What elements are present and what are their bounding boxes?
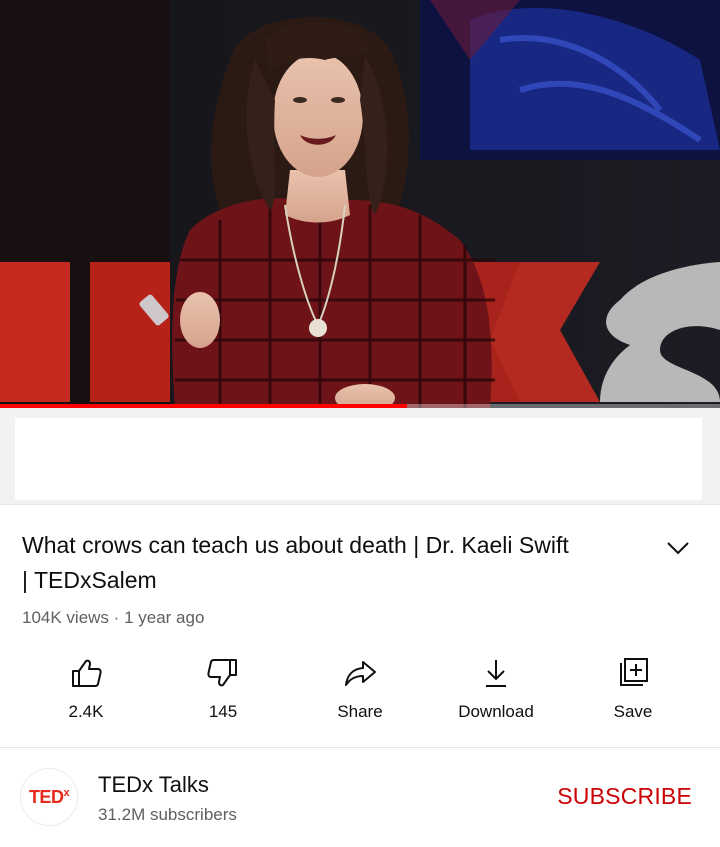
share-label: Share xyxy=(337,702,383,721)
video-title-line2: | TEDxSalem xyxy=(22,567,157,593)
avatar-logo-sup: x xyxy=(63,786,70,799)
save-label: Save xyxy=(613,702,653,721)
video-player[interactable] xyxy=(0,0,720,408)
ad-slot xyxy=(15,418,702,500)
channel-name[interactable]: TEDx Talks xyxy=(98,772,209,798)
save-button[interactable]: Save xyxy=(573,652,693,732)
subscriber-count: 31.2M subscribers xyxy=(98,805,237,824)
share-icon xyxy=(345,661,376,686)
dislike-button[interactable]: 145 xyxy=(163,652,283,732)
avatar[interactable]: TEDx xyxy=(20,768,78,826)
download-label: Download xyxy=(458,702,534,721)
subscribe-button[interactable]: SUBSCRIBE xyxy=(557,783,692,810)
chevron-down-icon[interactable] xyxy=(664,534,692,562)
view-count: 104K views xyxy=(22,608,109,627)
video-title[interactable]: What crows can teach us about death | Dr… xyxy=(22,528,642,598)
download-icon xyxy=(486,660,506,687)
thumbs-down-icon xyxy=(207,659,237,687)
meta-separator: · xyxy=(113,608,120,627)
thumbs-up-icon xyxy=(72,659,102,687)
divider xyxy=(0,504,720,505)
channel-row: TEDx TEDx Talks 31.2M subscribers SUBSCR… xyxy=(0,748,720,847)
avatar-logo: TEDx xyxy=(28,786,70,808)
dislike-count: 145 xyxy=(208,702,238,721)
download-button[interactable]: Download xyxy=(436,652,556,732)
upload-age: 1 year ago xyxy=(124,608,205,627)
share-button[interactable]: Share xyxy=(300,652,420,732)
video-title-line1: What crows can teach us about death | Dr… xyxy=(22,532,569,558)
save-to-playlist-icon xyxy=(620,658,648,686)
action-bar: 2.4K 145 Share Download Save xyxy=(0,652,720,732)
like-count: 2.4K xyxy=(68,702,104,721)
video-frame xyxy=(0,0,720,408)
video-meta: 104K views · 1 year ago xyxy=(22,608,204,628)
like-button[interactable]: 2.4K xyxy=(26,652,146,732)
ad-placeholder xyxy=(0,408,720,504)
avatar-logo-text: TED xyxy=(28,786,64,807)
